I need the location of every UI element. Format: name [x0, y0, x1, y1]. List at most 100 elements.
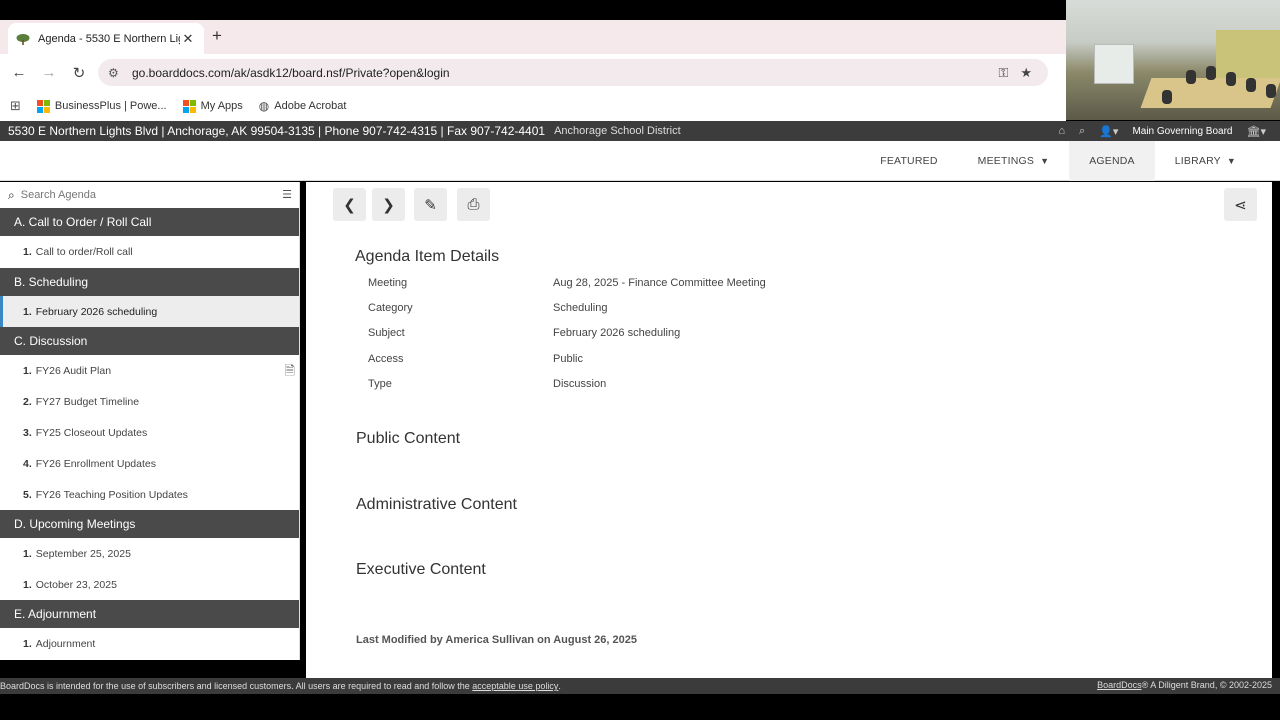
person: [1186, 70, 1196, 84]
tab-title: Agenda - 5530 E Northern Ligh: [38, 32, 180, 45]
menu-agenda[interactable]: AGENDA: [1069, 141, 1155, 181]
agenda-item[interactable]: 4. FY26 Enrollment Updates: [0, 448, 299, 479]
printer-icon: ⎙: [467, 196, 480, 213]
agenda-item[interactable]: 1. Call to order/Roll call: [0, 236, 299, 267]
address-bar[interactable]: ⚙ go.boarddocs.com/ak/asdk12/board.nsf/P…: [98, 59, 1048, 86]
agenda-item[interactable]: 3. FY25 Closeout Updates: [0, 417, 299, 448]
person: [1246, 78, 1256, 92]
item-number: 4.: [23, 457, 32, 470]
whiteboard: [1094, 44, 1134, 84]
section-header[interactable]: B. Scheduling: [0, 268, 299, 296]
browser-tab-strip: Agenda - 5530 E Northern Ligh ✕ +: [0, 20, 1066, 54]
person: [1206, 66, 1216, 80]
apps-grid-icon[interactable]: ⊞: [10, 98, 21, 114]
section-header[interactable]: D. Upcoming Meetings: [0, 510, 299, 538]
menu-label: MEETINGS: [977, 155, 1035, 167]
section-label: D. Upcoming Meetings: [14, 517, 136, 531]
bookmarks-bar: ⊞ BusinessPlus | Powe... My Apps ◍ Adobe…: [0, 91, 1066, 121]
bookmark-adobe-acrobat[interactable]: ◍ Adobe Acrobat: [259, 99, 347, 113]
agenda-item[interactable]: 1. October 23, 2025: [0, 569, 299, 600]
new-tab-button[interactable]: +: [212, 26, 222, 46]
chevron-right-icon: ❯: [382, 196, 395, 214]
menu-label: FEATURED: [880, 155, 938, 167]
home-icon[interactable]: ⌂: [1058, 125, 1065, 137]
search-placeholder: Search Agenda: [20, 189, 96, 201]
agenda-item[interactable]: 1. Adjournment: [0, 628, 299, 659]
chevron-left-icon: ❮: [343, 196, 356, 214]
share-icon: ⋖: [1234, 196, 1247, 214]
agenda-item-panel: ❮ ❯ ✎ ⎙ ⋖ Agenda Item Details Meeting Au…: [306, 182, 1272, 678]
section-label: C. Discussion: [14, 334, 88, 348]
footer-bar: BoardDocs is intended for the use of sub…: [0, 678, 1280, 694]
menu-label: AGENDA: [1089, 155, 1135, 167]
brand-text: ® A Diligent Brand, © 2002-2025: [1141, 680, 1272, 690]
boarddocs-link[interactable]: BoardDocs: [1097, 680, 1142, 690]
forward-arrow-icon[interactable]: →: [34, 64, 64, 81]
agenda-item[interactable]: 2. FY27 Budget Timeline: [0, 386, 299, 417]
item-label: FY27 Budget Timeline: [35, 395, 140, 408]
district-name: Anchorage School District: [554, 125, 681, 137]
agenda-item[interactable]: 1. FY26 Audit Plan 🗎: [0, 355, 299, 386]
next-item-button[interactable]: ❯: [372, 188, 405, 221]
bookmark-label: Adobe Acrobat: [274, 100, 347, 112]
item-label: FY26 Audit Plan: [35, 364, 112, 377]
previous-item-button[interactable]: ❮: [333, 188, 366, 221]
building-icon[interactable]: 🏛▾: [1247, 125, 1267, 138]
search-agenda[interactable]: ⌕ Search Agenda ☰: [0, 182, 299, 208]
section-header[interactable]: C. Discussion: [0, 327, 299, 355]
person: [1162, 90, 1172, 104]
print-button[interactable]: ⎙: [457, 188, 490, 221]
bookmark-my-apps[interactable]: My Apps: [182, 99, 243, 113]
site-settings-icon[interactable]: ⚙: [108, 66, 128, 80]
detail-value: Discussion: [553, 378, 607, 390]
item-label: October 23, 2025: [35, 578, 117, 591]
main-menu-bar: FEATURED MEETINGS ▼ AGENDA LIBRARY ▼: [0, 141, 1280, 181]
menu-featured[interactable]: FEATURED: [860, 141, 957, 181]
share-button[interactable]: ⋖: [1224, 188, 1257, 221]
bookmark-label: My Apps: [200, 100, 243, 112]
bookmark-star-icon[interactable]: ★: [1020, 65, 1032, 81]
section-header[interactable]: E. Adjournment: [0, 600, 299, 628]
close-tab-icon[interactable]: ✕: [180, 31, 196, 47]
section-header[interactable]: A. Call to Order / Roll Call: [0, 208, 299, 236]
detail-label: Subject: [368, 327, 405, 339]
meeting-video-feed: [1066, 0, 1280, 120]
globe-icon: ◍: [258, 99, 270, 113]
acceptable-use-link[interactable]: acceptable use policy: [472, 681, 558, 691]
agenda-item-selected[interactable]: 1. February 2026 scheduling: [0, 296, 299, 327]
administrative-content-heading: Administrative Content: [356, 496, 517, 513]
menu-icon[interactable]: ☰: [282, 188, 292, 201]
menu-meetings[interactable]: MEETINGS ▼: [958, 141, 1070, 181]
browser-toolbar: ← → ↻ ⚙ go.boarddocs.com/ak/asdk12/board…: [0, 54, 1066, 91]
details-heading: Agenda Item Details: [355, 248, 500, 265]
chevron-down-icon: ▼: [1040, 156, 1050, 166]
back-arrow-icon[interactable]: ←: [4, 64, 34, 81]
detail-label: Type: [368, 378, 392, 390]
pencil-icon: ✎: [424, 196, 437, 214]
item-number: 2.: [23, 395, 32, 408]
bookmark-businessplus[interactable]: BusinessPlus | Powe...: [36, 99, 167, 113]
footer-period: .: [558, 681, 561, 691]
back-wall: [1216, 30, 1280, 80]
password-key-icon[interactable]: ⚿: [998, 65, 1008, 81]
item-number: 1.: [23, 547, 32, 560]
bookmark-label: BusinessPlus | Powe...: [54, 100, 167, 112]
item-number: 1.: [23, 305, 32, 318]
district-header: 5530 E Northern Lights Blvd | Anchorage,…: [0, 121, 1280, 141]
browser-tab-agenda[interactable]: Agenda - 5530 E Northern Ligh ✕: [8, 23, 204, 54]
district-address: 5530 E Northern Lights Blvd | Anchorage,…: [8, 124, 546, 138]
board-selector[interactable]: Main Governing Board: [1132, 126, 1232, 137]
search-icon[interactable]: ⌕: [1079, 125, 1085, 138]
item-label: FY26 Teaching Position Updates: [35, 488, 188, 501]
document-icon[interactable]: 🗎: [285, 362, 295, 384]
menu-library[interactable]: LIBRARY ▼: [1155, 141, 1256, 181]
item-number: 1.: [23, 637, 32, 650]
item-number: 1.: [23, 245, 32, 258]
section-label: B. Scheduling: [14, 275, 89, 289]
reload-icon[interactable]: ↻: [64, 64, 94, 82]
item-label: Adjournment: [35, 637, 96, 650]
user-icon[interactable]: 👤▾: [1099, 125, 1118, 138]
edit-button[interactable]: ✎: [414, 188, 447, 221]
agenda-item[interactable]: 1. September 25, 2025: [0, 538, 299, 569]
agenda-item[interactable]: 5. FY26 Teaching Position Updates: [0, 479, 299, 510]
